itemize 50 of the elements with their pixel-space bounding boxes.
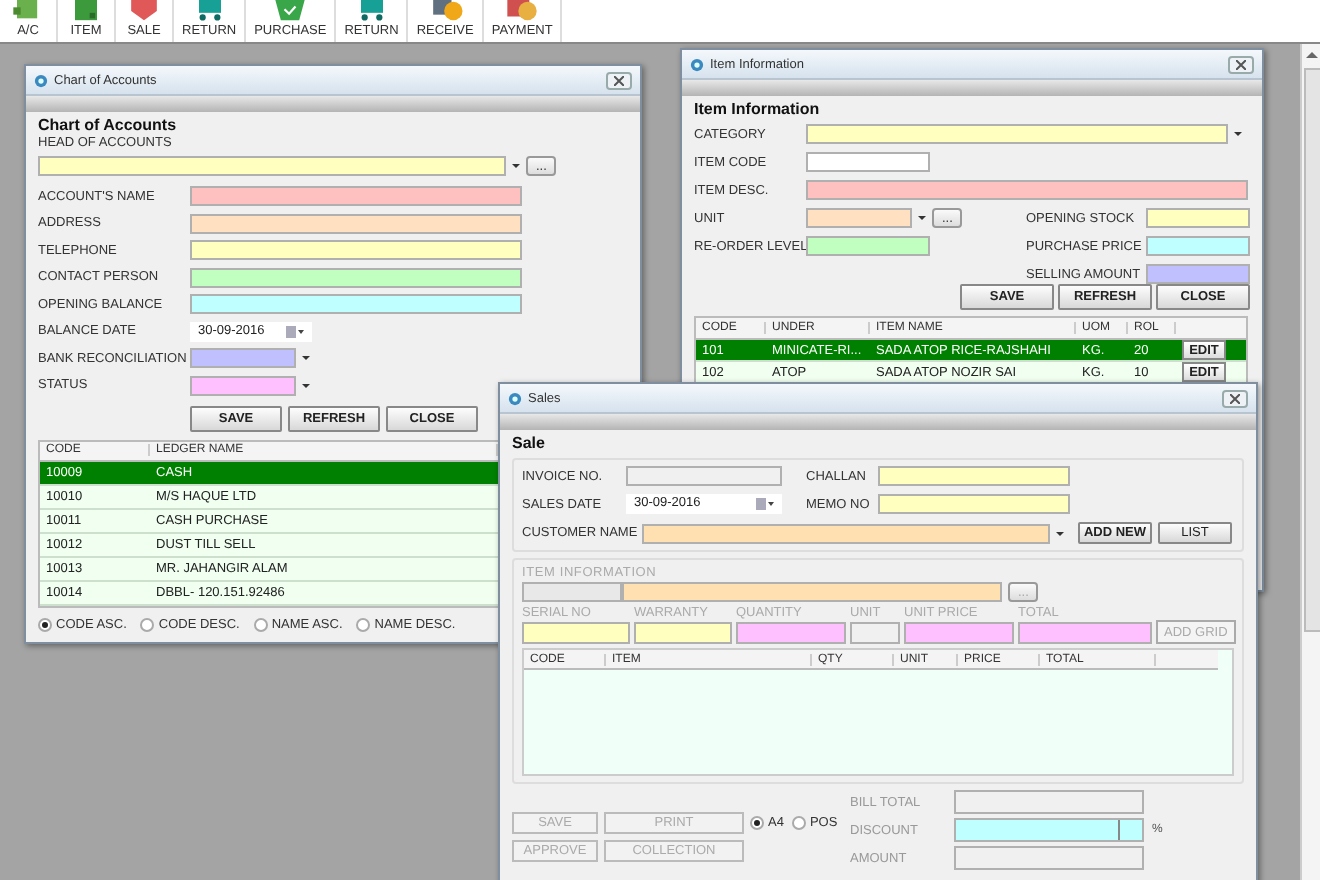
text-field[interactable] (878, 466, 1070, 486)
text-field[interactable] (878, 494, 1070, 514)
calendar-icon[interactable] (286, 325, 304, 337)
text-field[interactable] (190, 186, 522, 206)
dropdown-field[interactable] (642, 523, 1050, 543)
dropdown-field[interactable] (806, 208, 912, 228)
text-field[interactable] (954, 790, 1144, 814)
text-field[interactable] (806, 152, 930, 172)
close-icon[interactable] (1230, 393, 1240, 403)
radio-button[interactable] (356, 617, 371, 631)
dropdown-field[interactable] (806, 124, 1228, 144)
text-field[interactable] (954, 846, 1144, 870)
dropdown-arrow-icon[interactable] (1234, 132, 1242, 136)
text-field[interactable] (626, 466, 782, 486)
close-button[interactable] (606, 71, 632, 89)
text-field[interactable] (806, 236, 930, 256)
form-heading: Sale (512, 434, 547, 452)
dropdown-arrow-icon[interactable] (1056, 531, 1064, 535)
form-heading: Item Information (694, 100, 822, 118)
text-field[interactable] (1146, 264, 1250, 284)
radio-button[interactable] (140, 617, 155, 631)
close-button[interactable] (1222, 389, 1248, 407)
dropdown-arrow-icon[interactable] (918, 216, 926, 220)
dropdown-field[interactable] (190, 348, 296, 368)
text-field[interactable] (954, 818, 1144, 842)
dropdown-field[interactable] (190, 375, 296, 395)
text-field[interactable] (190, 213, 522, 233)
form-heading: Chart of Accounts (38, 116, 179, 134)
close-icon[interactable] (1236, 59, 1246, 69)
dropdown-field[interactable] (38, 156, 506, 176)
radio-button[interactable] (791, 816, 806, 830)
calendar-icon[interactable] (756, 498, 774, 510)
app-icon (34, 73, 48, 87)
text-field[interactable] (1146, 236, 1250, 256)
close-button[interactable] (1228, 55, 1254, 73)
app-icon (690, 57, 704, 71)
text-field[interactable] (190, 294, 522, 314)
text-field[interactable] (190, 267, 522, 287)
radio-button[interactable] (253, 617, 268, 631)
close-icon[interactable] (614, 75, 624, 85)
text-field[interactable] (1146, 208, 1250, 228)
radio-button[interactable] (38, 617, 52, 631)
text-field[interactable] (806, 180, 1248, 200)
dropdown-arrow-icon[interactable] (302, 383, 310, 387)
radio-button[interactable] (750, 816, 764, 830)
app-icon (508, 391, 522, 405)
text-field[interactable] (190, 240, 522, 260)
dropdown-arrow-icon[interactable] (302, 356, 310, 360)
dropdown-arrow-icon[interactable] (512, 164, 520, 168)
scrollbar[interactable] (1300, 44, 1320, 880)
